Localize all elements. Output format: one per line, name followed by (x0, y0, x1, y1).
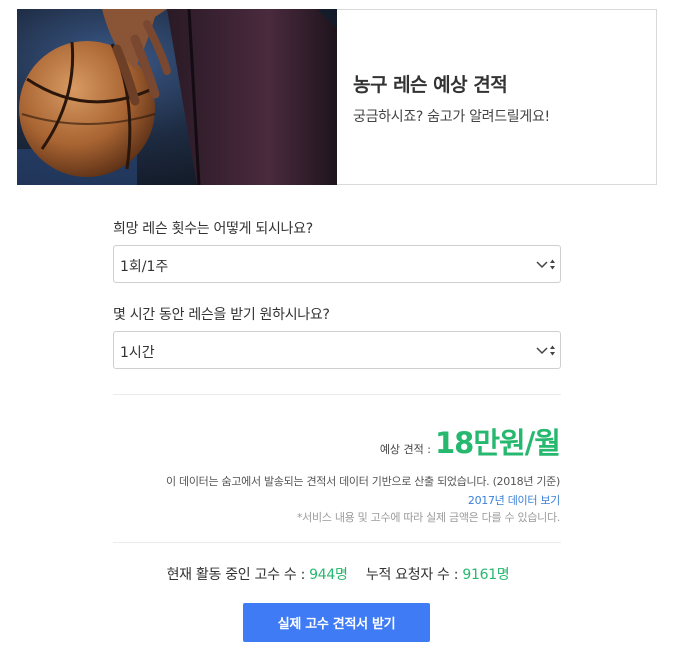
question-duration-label: 몇 시간 동안 레슨을 받기 원하시나요? (113, 307, 330, 323)
view-2017-data-link[interactable]: 2017년 데이터 보기 (468, 492, 560, 508)
frequency-select[interactable]: 1회/1주 (113, 245, 561, 283)
frequency-select-value: 1회/1주 (120, 259, 169, 275)
requesters-label: 누적 요청자 수 : (365, 567, 459, 583)
hero-banner: 농구 레슨 예상 견적 궁금하시죠? 숨고가 알려드릴게요! (17, 9, 657, 185)
page-subtitle: 궁금하시죠? 숨고가 알려드릴게요! (353, 109, 550, 125)
duration-select-value: 1시간 (120, 345, 155, 361)
estimate-value: 18만원/월 (435, 426, 561, 460)
hero-text: 농구 레슨 예상 견적 궁금하시죠? 숨고가 알려드릴게요! (353, 70, 550, 126)
basketball-photo (17, 9, 337, 185)
divider (113, 542, 561, 543)
chevron-down-icon (536, 259, 555, 270)
estimate-row: 예상 견적 : 18만원/월 (379, 420, 561, 462)
data-source-note: 이 데이터는 숨고에서 발송되는 견적서 데이터 기반으로 산출 되었습니다. … (166, 475, 560, 488)
active-pros-label: 현재 활동 중인 고수 수 : (166, 567, 306, 583)
requesters-count: 9161명 (462, 567, 510, 583)
chevron-down-icon (536, 345, 555, 356)
active-pros-count: 944명 (309, 567, 348, 583)
divider (113, 394, 561, 395)
stats-row: 현재 활동 중인 고수 수 : 944명 누적 요청자 수 : 9161명 (0, 564, 676, 584)
estimate-label: 예상 견적 : (379, 443, 431, 456)
question-frequency-label: 희망 레슨 횟수는 어떻게 되시나요? (113, 221, 313, 237)
disclaimer-note: *서비스 내용 및 고수에 따라 실제 금액은 다를 수 있습니다. (296, 511, 560, 524)
duration-select[interactable]: 1시간 (113, 331, 561, 369)
page-title: 농구 레슨 예상 견적 (353, 74, 508, 96)
get-quotes-button[interactable]: 실제 고수 견적서 받기 (243, 603, 430, 642)
